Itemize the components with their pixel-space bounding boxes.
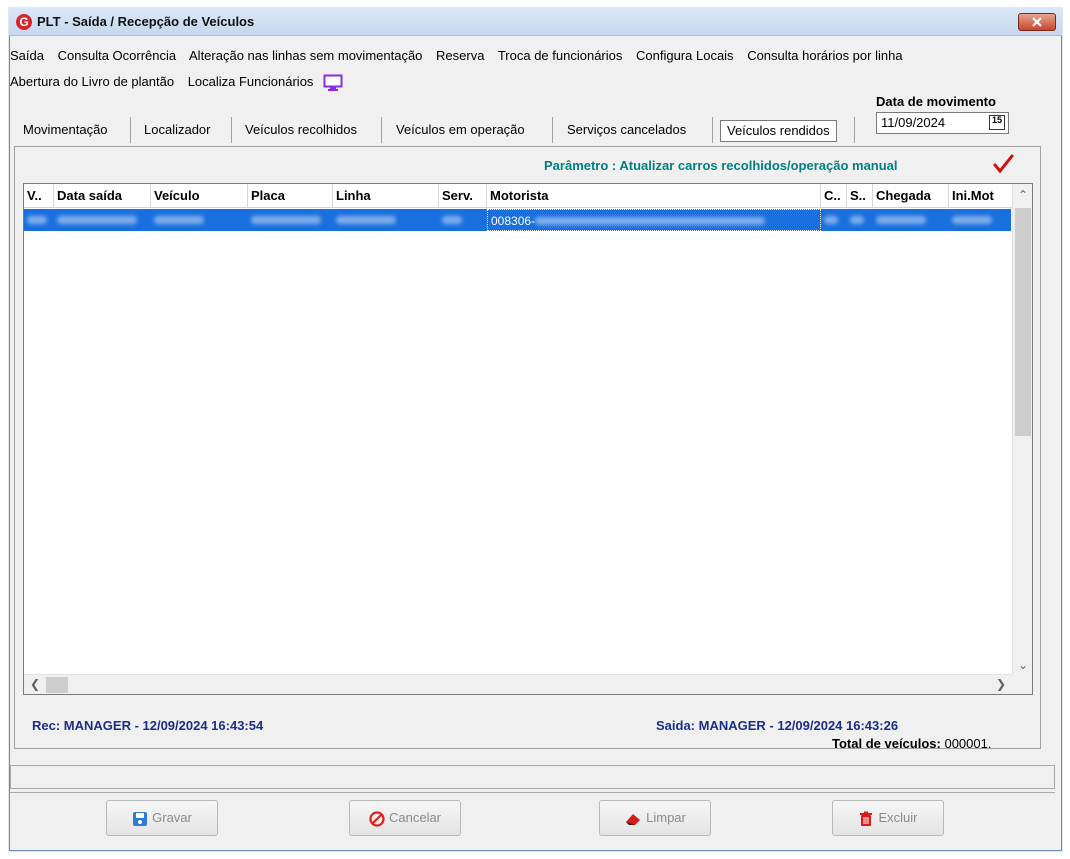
save-icon — [133, 811, 148, 826]
col-ini-mot[interactable]: Ini.Mot — [949, 184, 1014, 208]
motorista-value: 008306- — [491, 214, 536, 228]
cell-motorista[interactable]: 008306- — [487, 209, 821, 231]
cell-ini-mot — [949, 209, 1011, 231]
vertical-scroll-thumb[interactable] — [1015, 208, 1031, 436]
horizontal-scroll-thumb[interactable] — [46, 677, 68, 693]
tab-divider — [381, 117, 382, 143]
limpar-button[interactable]: Limpar — [599, 800, 711, 836]
total-vehicles: Total de veículos: 000001. — [832, 736, 991, 751]
title-bar: G PLT - Saída / Recepção de Veículos — [9, 8, 1062, 36]
limpar-label: Limpar — [646, 810, 686, 825]
gravar-label: Gravar — [152, 810, 192, 825]
scroll-up-icon[interactable]: ⌃ — [1018, 188, 1028, 202]
excluir-button[interactable]: Excluir — [832, 800, 944, 836]
app-logo-icon: G — [16, 14, 32, 30]
tab-divider — [854, 117, 855, 143]
scroll-right-icon[interactable]: ❯ — [996, 677, 1006, 691]
vehicles-grid: V.. Data saída Veículo Placa Linha Serv.… — [23, 183, 1033, 695]
horizontal-scrollbar[interactable]: ❮ ❯ — [24, 674, 1014, 694]
tab-veiculos-recolhidos[interactable]: Veículos recolhidos — [245, 117, 357, 143]
gravar-button[interactable]: Gravar — [106, 800, 218, 836]
menu-consulta-horarios[interactable]: Consulta horários por linha — [747, 48, 902, 63]
cell-s — [847, 209, 873, 231]
table-row[interactable]: 008306- — [24, 209, 1011, 231]
tab-divider — [231, 117, 232, 143]
col-c[interactable]: C.. — [821, 184, 847, 208]
col-s[interactable]: S.. — [847, 184, 873, 208]
vertical-scrollbar[interactable]: ⌃ ⌄ — [1012, 184, 1032, 676]
rec-status: Rec: MANAGER - 12/09/2024 16:43:54 — [32, 718, 264, 733]
tab-divider — [130, 117, 131, 143]
cancelar-label: Cancelar — [388, 810, 442, 825]
monitor-icon[interactable] — [323, 74, 343, 92]
tab-movimentacao[interactable]: Movimentação — [23, 117, 108, 143]
date-field[interactable]: 11/09/2024 15 — [876, 112, 1009, 134]
menu-saida[interactable]: Saída — [10, 48, 44, 63]
calendar-icon[interactable]: 15 — [989, 115, 1005, 130]
grid-header: V.. Data saída Veículo Placa Linha Serv.… — [24, 184, 1014, 208]
cell-veiculo — [151, 209, 248, 231]
tab-divider — [552, 117, 553, 143]
total-label: Total de veículos: — [832, 736, 941, 751]
col-chegada[interactable]: Chegada — [873, 184, 949, 208]
parameter-text: Parâmetro : Atualizar carros recolhidos/… — [544, 158, 898, 173]
menu-alteracao-linhas[interactable]: Alteração nas linhas sem movimentação — [189, 48, 422, 63]
cell-data-saida — [54, 209, 151, 231]
menu-bar: Saída Consulta Ocorrência Alteração nas … — [10, 48, 913, 63]
excluir-label: Excluir — [878, 810, 918, 825]
checkmark-icon — [993, 154, 1014, 174]
col-motorista[interactable]: Motorista — [487, 184, 821, 208]
window-title: PLT - Saída / Recepção de Veículos — [37, 14, 255, 29]
col-v[interactable]: V.. — [24, 184, 54, 208]
cancelar-button[interactable]: Cancelar — [349, 800, 461, 836]
menu-bar-row2: Abertura do Livro de plantão Localiza Fu… — [10, 74, 343, 92]
tab-divider — [712, 117, 713, 143]
cell-v — [24, 209, 54, 231]
tab-veiculos-rendidos[interactable]: Veículos rendidos — [720, 120, 837, 142]
menu-configura-locais[interactable]: Configura Locais — [636, 48, 734, 63]
tab-servicos-cancelados[interactable]: Serviços cancelados — [567, 117, 686, 143]
total-value: 000001. — [944, 736, 992, 751]
menu-abertura-livro[interactable]: Abertura do Livro de plantão — [10, 74, 174, 89]
cell-c — [821, 209, 847, 231]
cell-linha — [333, 209, 439, 231]
eraser-icon — [626, 813, 641, 825]
tab-localizador[interactable]: Localizador — [144, 117, 211, 143]
menu-reserva[interactable]: Reserva — [436, 48, 484, 63]
menu-troca-funcionarios[interactable]: Troca de funcionários — [498, 48, 623, 63]
col-placa[interactable]: Placa — [248, 184, 333, 208]
date-label: Data de movimento — [876, 94, 996, 109]
svg-text:G: G — [19, 15, 28, 29]
col-veiculo[interactable]: Veículo — [151, 184, 248, 208]
col-linha[interactable]: Linha — [333, 184, 439, 208]
close-button[interactable] — [1018, 13, 1056, 31]
saida-status: Saida: MANAGER - 12/09/2024 16:43:26 — [656, 718, 899, 733]
status-bar — [10, 765, 1055, 789]
cancel-icon — [369, 810, 385, 827]
close-icon — [1032, 17, 1042, 27]
cell-serv — [439, 209, 487, 231]
date-value: 11/09/2024 — [881, 115, 946, 130]
menu-consulta-ocorrencia[interactable]: Consulta Ocorrência — [58, 48, 177, 63]
col-data-saida[interactable]: Data saída — [54, 184, 151, 208]
scroll-corner — [1012, 674, 1032, 694]
scroll-down-icon[interactable]: ⌄ — [1018, 658, 1028, 672]
tab-veiculos-em-operacao[interactable]: Veículos em operação — [396, 117, 525, 143]
menu-localiza-funcionarios[interactable]: Localiza Funcionários — [188, 74, 314, 89]
cell-placa — [248, 209, 333, 231]
col-serv[interactable]: Serv. — [439, 184, 487, 208]
cell-chegada — [873, 209, 949, 231]
trash-icon — [860, 811, 873, 826]
scroll-left-icon[interactable]: ❮ — [30, 677, 40, 691]
